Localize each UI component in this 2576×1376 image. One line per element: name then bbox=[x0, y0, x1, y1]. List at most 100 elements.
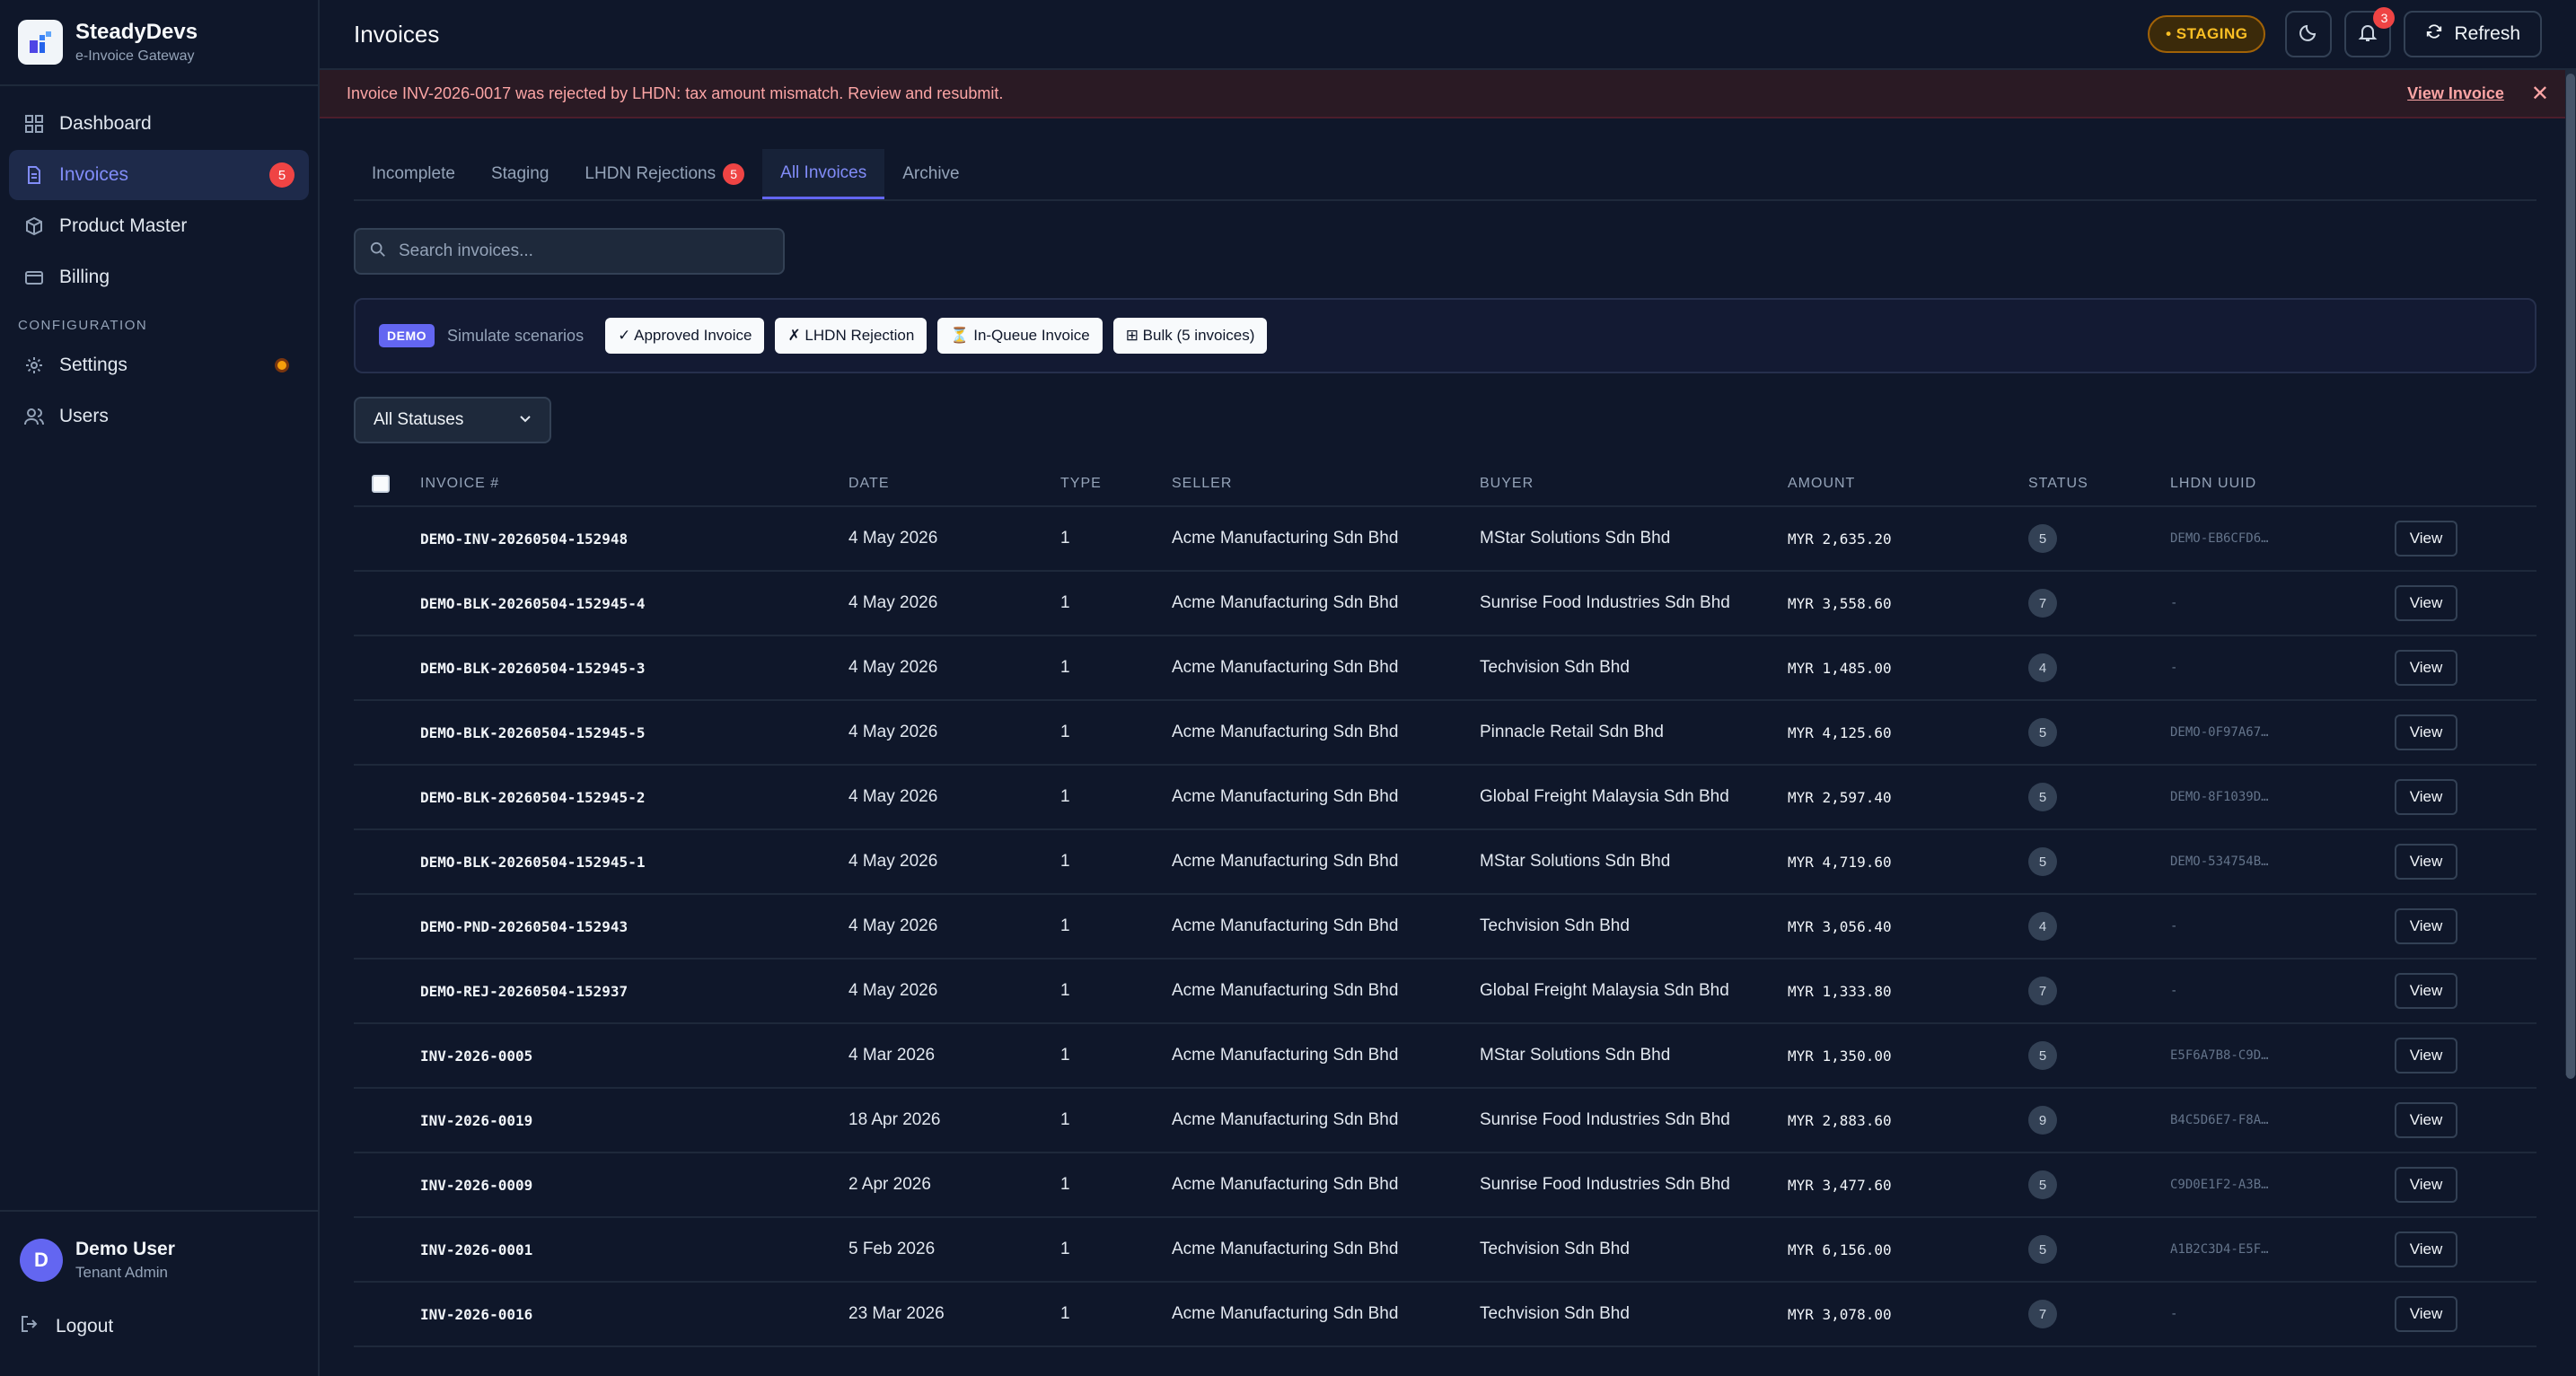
sidebar-item-label: Settings bbox=[59, 355, 127, 375]
actions-cell: View bbox=[2395, 829, 2536, 895]
column-header[interactable]: TYPE bbox=[1060, 461, 1172, 507]
sidebar-item-product-master[interactable]: Product Master bbox=[9, 201, 309, 251]
invoice-amount: MYR 3,078.00 bbox=[1788, 1282, 2028, 1347]
row-select-cell bbox=[354, 959, 420, 1024]
view-button[interactable]: View bbox=[2395, 1102, 2457, 1138]
table-row[interactable]: DEMO-BLK-20260504-152945-1 4 May 2026 1 Acm… bbox=[354, 829, 2536, 895]
view-button[interactable]: View bbox=[2395, 714, 2457, 750]
view-button[interactable]: View bbox=[2395, 1231, 2457, 1267]
select-all-checkbox[interactable] bbox=[372, 474, 390, 493]
table-row[interactable]: DEMO-INV-20260504-152948 4 May 2026 1 Acme … bbox=[354, 506, 2536, 572]
status-cell: 5 bbox=[2028, 829, 2170, 895]
invoice-date: 2 Apr 2026 bbox=[848, 1153, 1060, 1218]
view-button[interactable]: View bbox=[2395, 1296, 2457, 1332]
tab-archive[interactable]: Archive bbox=[884, 149, 977, 199]
user-panel: D Demo User Tenant Admin Logout bbox=[0, 1210, 318, 1339]
column-header[interactable]: AMOUNT bbox=[1788, 461, 2028, 507]
actions-cell: View bbox=[2395, 635, 2536, 701]
sidebar-item-dashboard[interactable]: Dashboard bbox=[9, 99, 309, 149]
view-button[interactable]: View bbox=[2395, 585, 2457, 621]
brand-name: SteadyDevs bbox=[75, 20, 198, 44]
view-button[interactable]: View bbox=[2395, 779, 2457, 815]
close-icon[interactable]: ✕ bbox=[2531, 81, 2549, 107]
sidebar-item-label: Dashboard bbox=[59, 113, 152, 134]
bulk-invoices-button[interactable]: ⊞ Bulk (5 invoices) bbox=[1112, 318, 1268, 354]
view-button[interactable]: View bbox=[2395, 650, 2457, 686]
card-icon bbox=[23, 267, 45, 288]
lhdn-uuid: - bbox=[2170, 635, 2395, 701]
bell-icon bbox=[2358, 22, 2378, 47]
sidebar-item-users[interactable]: Users bbox=[9, 391, 309, 442]
table-row[interactable]: DEMO-BLK-20260504-152945-4 4 May 2026 1 Acm… bbox=[354, 571, 2536, 636]
search-input[interactable] bbox=[399, 241, 769, 261]
column-header[interactable]: SELLER bbox=[1172, 461, 1480, 507]
tab-lhdn-rejections[interactable]: LHDN Rejections 5 bbox=[567, 149, 762, 199]
lhdn-uuid: DEMO-534754B… bbox=[2170, 829, 2395, 895]
table-row[interactable]: INV-2026-0001 5 Feb 2026 1 Acme Manufacturi… bbox=[354, 1217, 2536, 1283]
buyer-name: Sunrise Food Industries Sdn Bhd bbox=[1480, 1088, 1788, 1153]
seller-name: Acme Manufacturing Sdn Bhd bbox=[1172, 700, 1480, 766]
sidebar-item-billing[interactable]: Billing bbox=[9, 252, 309, 302]
status-cell: 7 bbox=[2028, 571, 2170, 636]
sidebar-item-settings[interactable]: Settings bbox=[9, 340, 309, 390]
logout-label: Logout bbox=[56, 1316, 114, 1337]
table-row[interactable]: INV-2026-0016 23 Mar 2026 1 Acme Manufactur… bbox=[354, 1282, 2536, 1347]
invoice-amount: MYR 4,125.60 bbox=[1788, 700, 2028, 766]
table-row[interactable]: INV-2026-0005 4 Mar 2026 1 Acme Manufacturi… bbox=[354, 1023, 2536, 1089]
status-badge: 7 bbox=[2028, 1300, 2057, 1328]
buyer-name: Techvision Sdn Bhd bbox=[1480, 1282, 1788, 1347]
column-header[interactable]: BUYER bbox=[1480, 461, 1788, 507]
view-button[interactable]: View bbox=[2395, 844, 2457, 880]
table-row[interactable]: INV-2026-0019 18 Apr 2026 1 Acme Manufactur… bbox=[354, 1088, 2536, 1153]
actions-cell: View bbox=[2395, 700, 2536, 766]
table-row[interactable]: DEMO-BLK-20260504-152945-5 4 May 2026 1 Acm… bbox=[354, 700, 2536, 766]
tab-incomplete[interactable]: Incomplete bbox=[354, 149, 473, 199]
gear-icon bbox=[23, 355, 45, 376]
table-row[interactable]: INV-2026-0009 2 Apr 2026 1 Acme Manufacturi… bbox=[354, 1153, 2536, 1218]
logout-button[interactable]: Logout bbox=[20, 1314, 298, 1339]
user-role: Tenant Admin bbox=[75, 1264, 169, 1281]
status-cell: 7 bbox=[2028, 959, 2170, 1024]
approved-invoice-button[interactable]: ✓ Approved Invoice bbox=[605, 318, 765, 354]
table-row[interactable]: DEMO-REJ-20260504-152937 4 May 2026 1 Acme … bbox=[354, 959, 2536, 1024]
seller-name: Acme Manufacturing Sdn Bhd bbox=[1172, 571, 1480, 636]
notifications-button[interactable]: 3 bbox=[2344, 7, 2396, 57]
column-header[interactable]: LHDN UUID bbox=[2170, 461, 2395, 507]
actions-header bbox=[2395, 461, 2536, 507]
invoice-type: 1 bbox=[1060, 1023, 1172, 1089]
column-header[interactable]: DATE bbox=[848, 461, 1060, 507]
search-icon bbox=[370, 241, 386, 262]
scrollbar-thumb[interactable] bbox=[2566, 74, 2575, 1079]
in-queue-invoice-button[interactable]: ⏳ In-Queue Invoice bbox=[937, 318, 1103, 354]
status-cell: 7 bbox=[2028, 1282, 2170, 1347]
view-button[interactable]: View bbox=[2395, 908, 2457, 944]
row-select-cell bbox=[354, 506, 420, 572]
users-icon bbox=[23, 406, 45, 427]
status-filter-select[interactable]: All Statuses bbox=[354, 397, 551, 443]
tab-staging[interactable]: Staging bbox=[473, 149, 567, 199]
seller-name: Acme Manufacturing Sdn Bhd bbox=[1172, 1217, 1480, 1283]
demo-tag: DEMO bbox=[379, 324, 435, 347]
table-row[interactable]: DEMO-PND-20260504-152943 4 May 2026 1 Acme … bbox=[354, 894, 2536, 960]
table-row[interactable]: DEMO-BLK-20260504-152945-2 4 May 2026 1 Acm… bbox=[354, 765, 2536, 830]
refresh-button[interactable]: Refresh bbox=[2404, 11, 2542, 57]
table-row[interactable]: DEMO-BLK-20260504-152945-3 4 May 2026 1 Acm… bbox=[354, 635, 2536, 701]
view-button[interactable]: View bbox=[2395, 521, 2457, 557]
view-button[interactable]: View bbox=[2395, 973, 2457, 1009]
view-button[interactable]: View bbox=[2395, 1038, 2457, 1074]
invoice-type: 1 bbox=[1060, 1088, 1172, 1153]
sidebar-item-invoices[interactable]: Invoices 5 bbox=[9, 150, 309, 200]
tab-all-invoices[interactable]: All Invoices bbox=[762, 149, 885, 199]
column-header[interactable]: STATUS bbox=[2028, 461, 2170, 507]
lhdn-rejection-button[interactable]: ✗ LHDN Rejection bbox=[775, 318, 928, 354]
column-header[interactable]: INVOICE # bbox=[420, 461, 848, 507]
view-invoice-link[interactable]: View Invoice bbox=[2407, 84, 2504, 103]
status-cell: 5 bbox=[2028, 765, 2170, 830]
lhdn-uuid: DEMO-8F1039D… bbox=[2170, 765, 2395, 830]
buyer-name: Sunrise Food Industries Sdn Bhd bbox=[1480, 1153, 1788, 1218]
theme-toggle-button[interactable] bbox=[2285, 11, 2333, 57]
view-button[interactable]: View bbox=[2395, 1167, 2457, 1203]
avatar[interactable]: D bbox=[20, 1239, 63, 1282]
status-cell: 9 bbox=[2028, 1088, 2170, 1153]
document-icon bbox=[23, 164, 45, 186]
